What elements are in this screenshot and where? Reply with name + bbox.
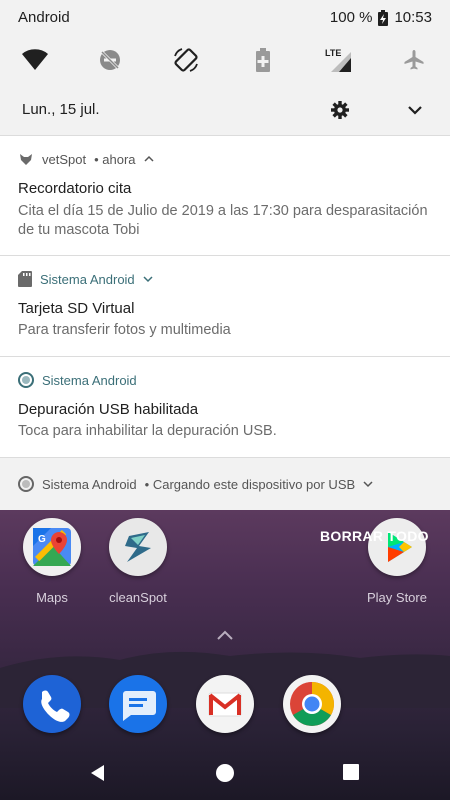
- phone-icon[interactable]: [23, 675, 81, 733]
- carrier-label: Android: [18, 9, 70, 26]
- mobile-data-icon[interactable]: LTE: [320, 42, 356, 78]
- notification-text: Cita el día 15 de Julio de 2019 a las 17…: [18, 203, 428, 238]
- notification-header: vetSpot • ahora: [18, 151, 154, 167]
- app-maps[interactable]: G Maps: [12, 518, 92, 605]
- maps-icon: G: [23, 518, 81, 576]
- do-not-disturb-icon[interactable]: [92, 42, 128, 78]
- notification-app-name: Sistema Android: [42, 372, 137, 388]
- app-drawer-chevron-icon[interactable]: [215, 628, 235, 642]
- chevron-down-icon[interactable]: [143, 275, 153, 283]
- wifi-icon[interactable]: [17, 42, 53, 78]
- quick-settings: LTE: [0, 42, 450, 82]
- notification-header: Sistema Android: [18, 271, 153, 287]
- date-row: Lun., 15 jul.: [0, 88, 450, 134]
- app-label: Maps: [36, 590, 68, 605]
- messages-icon[interactable]: [109, 675, 167, 733]
- recents-icon[interactable]: [342, 763, 360, 781]
- app-label: Play Store: [367, 590, 427, 605]
- airplane-mode-icon[interactable]: [396, 42, 432, 78]
- status-right: 100 % 10:53: [330, 9, 432, 26]
- battery-percent: 100 %: [329, 9, 373, 26]
- chevron-up-icon[interactable]: [143, 155, 154, 163]
- notification-usb-debugging[interactable]: Sistema Android Depuración USB habilitad…: [0, 356, 450, 457]
- sd-card-icon: [18, 271, 32, 287]
- android-system-icon: [18, 476, 34, 492]
- chevron-down-icon[interactable]: [407, 103, 423, 117]
- app-cleanspot[interactable]: cleanSpot: [98, 518, 178, 605]
- notification-app-name: Sistema Android: [40, 271, 135, 287]
- battery-charging-icon: [378, 9, 389, 26]
- notification-app-name: vetSpot: [42, 151, 87, 167]
- chevron-down-icon[interactable]: [363, 480, 373, 488]
- notification-header: Sistema Android: [18, 372, 137, 388]
- gear-icon[interactable]: [330, 100, 350, 120]
- notification-shade: Android 100 % 10:53 LTE Lun., 15 jul. ve…: [0, 0, 450, 510]
- notification-text: Para transferir fotos y multimedia: [18, 322, 231, 338]
- home-icon[interactable]: [215, 763, 235, 783]
- notification-sd-card[interactable]: Sistema Android Tarjeta SD Virtual Para …: [0, 255, 450, 356]
- notification-usb-charging[interactable]: Sistema Android • Cargando este disposit…: [0, 457, 450, 510]
- app-label: cleanSpot: [109, 590, 167, 605]
- notification-time: • ahora: [94, 151, 136, 167]
- back-icon[interactable]: [88, 763, 108, 783]
- navigation-bar: [0, 745, 450, 800]
- auto-rotate-icon[interactable]: [168, 42, 204, 78]
- notification-title: Tarjeta SD Virtual: [18, 300, 135, 317]
- android-system-icon: [18, 372, 34, 388]
- svg-text:G: G: [38, 534, 46, 545]
- notification-summary: • Cargando este dispositivo por USB: [144, 476, 356, 492]
- notification-app-name: Sistema Android: [42, 476, 137, 492]
- gmail-icon[interactable]: [196, 675, 254, 733]
- notification-title: Recordatorio cita: [18, 180, 132, 197]
- chrome-icon[interactable]: [283, 675, 341, 733]
- clock: 10:53: [394, 9, 432, 26]
- date-label: Lun., 15 jul.: [22, 101, 100, 118]
- vetspot-icon: [20, 154, 32, 165]
- notification-title: Depuración USB habilitada: [18, 401, 199, 418]
- lte-label: LTE: [325, 48, 341, 58]
- play-store-icon: [368, 518, 426, 576]
- notification-text: Toca para inhabilitar la depuración USB.: [18, 423, 277, 439]
- status-bar: Android 100 % 10:53: [0, 0, 450, 36]
- battery-saver-icon[interactable]: [245, 42, 281, 78]
- notification-vetspot[interactable]: vetSpot • ahora Recordatorio cita Cita e…: [0, 135, 450, 255]
- clear-all-button[interactable]: BORRAR TODO: [320, 528, 429, 544]
- notification-header: Sistema Android • Cargando este disposit…: [18, 476, 373, 492]
- cleanspot-icon: [109, 518, 167, 576]
